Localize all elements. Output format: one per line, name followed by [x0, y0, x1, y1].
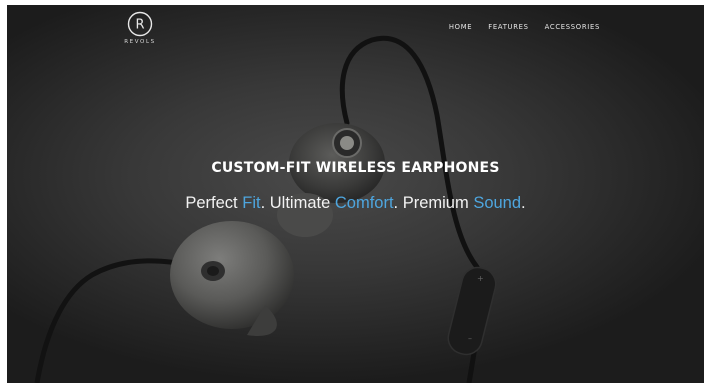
svg-text:R: R [135, 18, 144, 33]
hero-tagline: Perfect Fit. Ultimate Comfort. Premium S… [7, 194, 704, 213]
svg-text:–: – [468, 334, 472, 343]
nav-features-link[interactable]: FEATURES [488, 23, 528, 31]
hero-headline: CUSTOM-FIT WIRELESS EARPHONES [211, 160, 500, 176]
tagline-text: . [521, 194, 526, 212]
tagline-text: . Premium [393, 194, 474, 212]
hero-section: + – R REVOLS HOME FEATURES ACCESSORIES C… [7, 5, 704, 383]
svg-text:+: + [477, 274, 484, 283]
revols-logo-icon: R [127, 11, 153, 37]
tagline-accent-sound: Sound [473, 194, 522, 212]
nav-accessories-link[interactable]: ACCESSORIES [545, 23, 600, 31]
main-nav: HOME FEATURES ACCESSORIES [449, 23, 600, 31]
brand-wordmark: REVOLS [124, 39, 156, 45]
tagline-text: Perfect [185, 194, 243, 212]
nav-home-link[interactable]: HOME [449, 23, 472, 31]
tagline-accent-comfort: Comfort [334, 194, 394, 212]
tagline-text: . Ultimate [260, 194, 335, 212]
brand-logo[interactable]: R REVOLS [119, 11, 161, 45]
tagline-accent-fit: Fit [242, 194, 261, 212]
